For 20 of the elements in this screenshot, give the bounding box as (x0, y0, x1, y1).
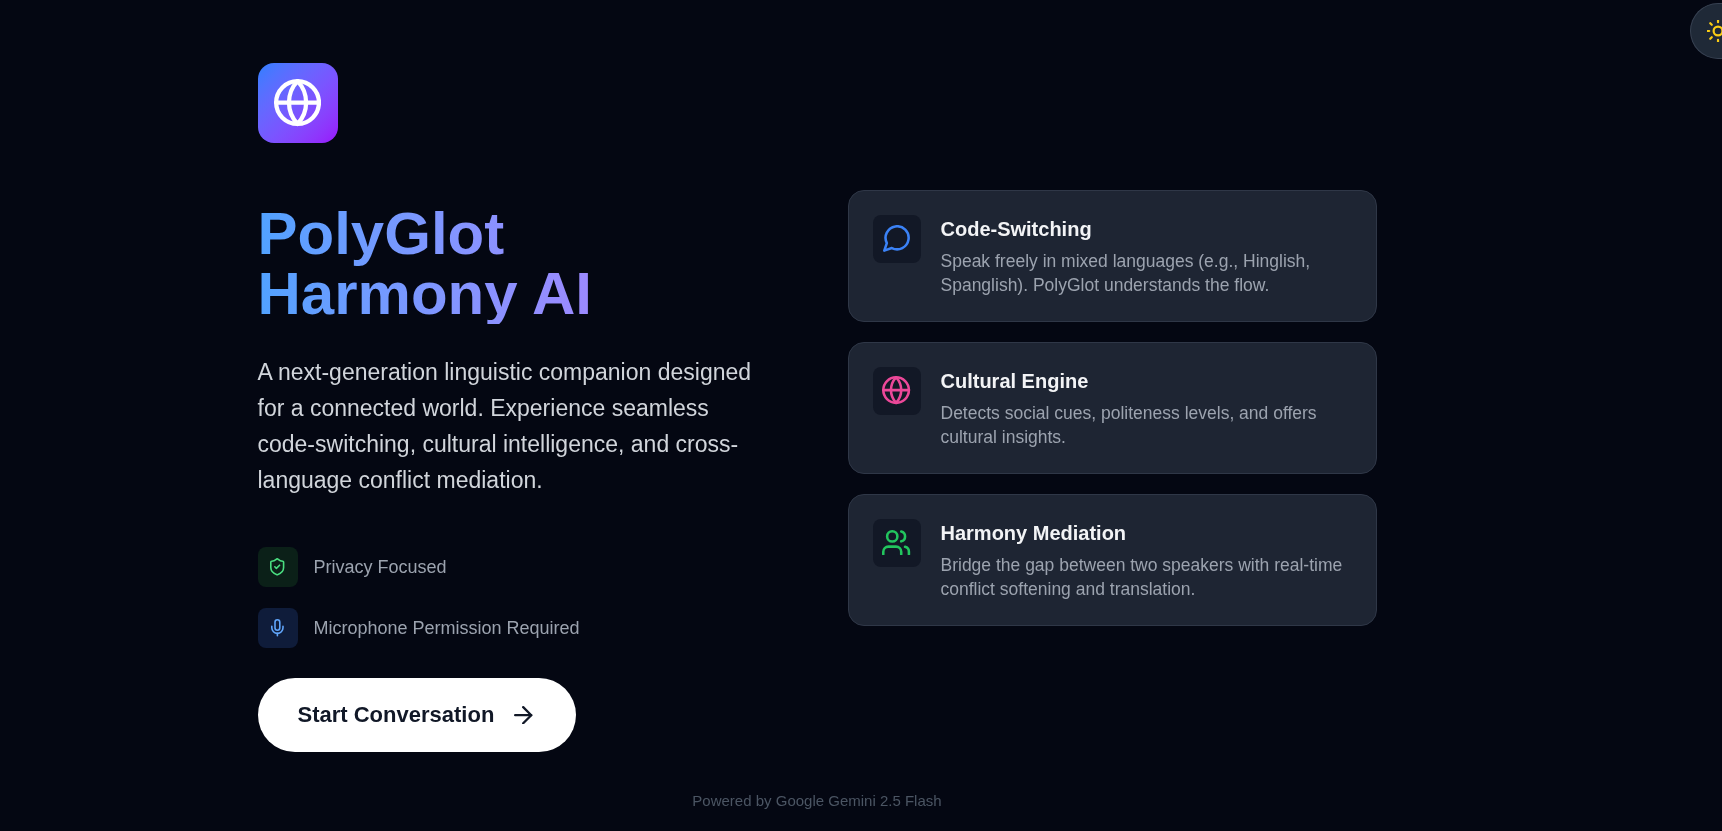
feature-title: Code-Switching (940, 216, 1093, 242)
feature-title: Cultural Engine (940, 368, 1090, 394)
speech-bubble-icon (872, 214, 921, 263)
footer-credit: Powered by Google Gemini 2.5 Flash (692, 791, 942, 811)
microphone-icon (257, 608, 298, 648)
people-icon (872, 518, 921, 567)
theme-toggle-button[interactable] (1690, 3, 1722, 59)
globe-icon (872, 366, 921, 415)
status-note: Microphone Permission Required (313, 617, 580, 640)
app-description: A next-generation linguistic companion designed for a connected world. Experience seamless code-switching, cultural intelligence, and cross-language conflict mediation. (257, 358, 753, 495)
shield-check-icon (257, 547, 298, 587)
globe-icon (257, 63, 338, 143)
feature-description: Speak freely in mixed languages (e.g., Hinglish, Spanglish). PolyGlot understands the flow. (940, 249, 1312, 297)
start-conversation-button[interactable]: Start Conversation (257, 678, 576, 752)
status-note: Privacy Focused (313, 556, 447, 579)
arrow-right-icon (514, 705, 533, 725)
feature-description: Bridge the gap between two speakers with real-time conflict softening and translation. (940, 553, 1344, 601)
sun-icon (1707, 20, 1722, 42)
feature-title: Harmony Mediation (940, 520, 1128, 546)
feature-description: Detects social cues, politeness levels, and offers cultural insights. (940, 401, 1318, 449)
